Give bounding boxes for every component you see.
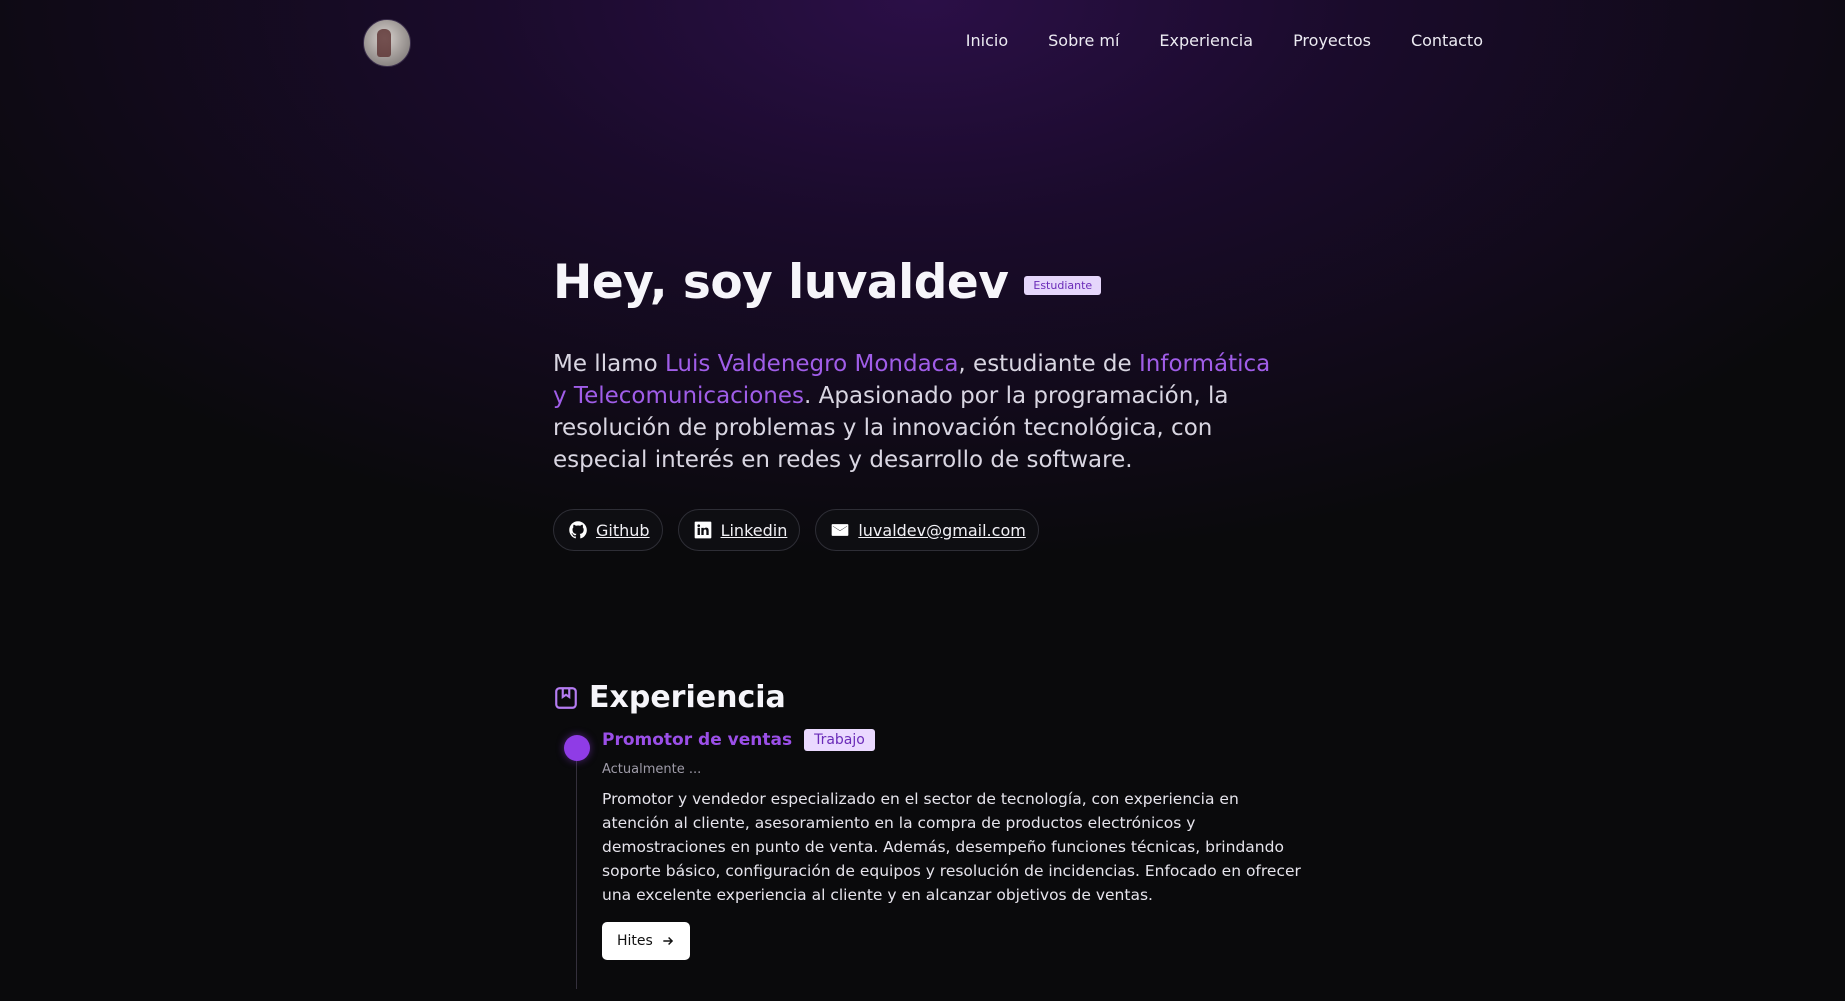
briefcase-icon — [555, 686, 577, 709]
main-nav: Inicio Sobre mí Experiencia Proyectos Co… — [966, 31, 1483, 50]
experience-heading: Experiencia — [589, 680, 786, 715]
job-title: Promotor de ventas — [602, 730, 793, 750]
experience-timeline: Promotor de ventas Trabajo Actualmente .… — [553, 729, 1313, 989]
linkedin-icon — [694, 521, 711, 539]
experience-heading-row: Experiencia — [553, 680, 1313, 715]
job-date: Actualmente ... — [602, 762, 702, 777]
github-label: Github — [596, 520, 650, 540]
intro-text-1: Me llamo — [553, 351, 665, 377]
hites-button[interactable]: Hites — [602, 922, 690, 960]
nav-contacto[interactable]: Contacto — [1411, 31, 1483, 50]
github-icon — [569, 521, 587, 539]
nav-proyectos[interactable]: Proyectos — [1293, 31, 1371, 50]
experience-section: Experiencia Promotor de ventas Trabajo A… — [553, 680, 1313, 989]
intro-text-2: , estudiante de — [958, 351, 1139, 377]
avatar[interactable] — [363, 19, 411, 67]
linkedin-label: Linkedin — [720, 520, 788, 540]
mail-icon — [832, 524, 849, 536]
email-button[interactable]: luvaldev@gmail.com — [815, 509, 1039, 551]
github-button[interactable]: Github — [553, 509, 663, 551]
job-description: Promotor y vendedor especializado en el … — [602, 790, 1301, 904]
job-header: Promotor de ventas Trabajo — [602, 729, 1313, 751]
status-badge: Estudiante — [1024, 276, 1102, 295]
nav-sobre-mi[interactable]: Sobre mí — [1048, 31, 1119, 50]
avatar-figure — [377, 29, 391, 57]
site-header: Inicio Sobre mí Experiencia Proyectos Co… — [0, 0, 1845, 86]
email-label: luvaldev@gmail.com — [858, 520, 1026, 540]
hero-intro: Me llamo Luis Valdenegro Mondaca, estudi… — [553, 348, 1273, 476]
nav-inicio[interactable]: Inicio — [966, 31, 1008, 50]
hites-button-label: Hites — [617, 933, 653, 949]
hero-section: Hey, soy luvaldev Estudiante Me llamo Lu… — [553, 255, 1313, 551]
hero-title: Hey, soy luvaldev — [553, 255, 1009, 310]
hero-title-row: Hey, soy luvaldev Estudiante — [553, 255, 1313, 310]
job-tag-badge: Trabajo — [804, 729, 875, 751]
arrow-right-icon — [663, 936, 673, 946]
nav-experiencia[interactable]: Experiencia — [1159, 31, 1253, 50]
linkedin-button[interactable]: Linkedin — [677, 509, 801, 551]
intro-name-highlight: Luis Valdenegro Mondaca — [664, 351, 959, 377]
timeline-line — [576, 759, 577, 989]
timeline-dot — [564, 735, 590, 761]
social-links: Github Linkedin luvaldev@gmail.com — [553, 509, 1313, 551]
